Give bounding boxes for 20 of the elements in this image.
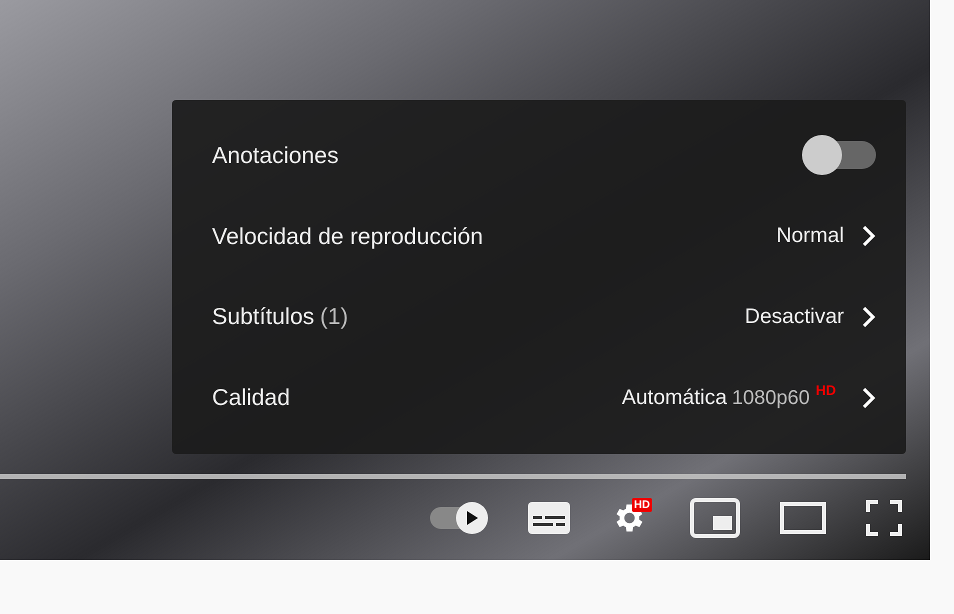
theater-mode-icon[interactable] <box>780 502 826 534</box>
menu-item-label[interactable]: Velocidad de reproducción <box>212 222 484 250</box>
chevron-right-icon <box>862 306 876 328</box>
hd-label: HD <box>816 382 836 398</box>
hd-badge: HD <box>632 498 652 512</box>
miniplayer-icon[interactable] <box>690 498 740 538</box>
menu-item-value: Normal <box>776 224 844 248</box>
autoplay-toggle[interactable] <box>430 502 488 534</box>
toggle-switch[interactable] <box>802 135 876 176</box>
play-icon <box>465 510 479 526</box>
menu-item-value: Automática 1080p60 <box>622 386 810 410</box>
menu-item-label: Anotaciones <box>212 142 339 169</box>
menu-item-label[interactable]: Subtítulos (1) <box>212 303 348 330</box>
fullscreen-icon[interactable] <box>866 500 902 536</box>
menu-item-label[interactable]: Calidad <box>212 384 290 412</box>
chevron-right-icon <box>862 386 876 409</box>
chevron-right-icon <box>862 225 876 248</box>
settings-button[interactable]: HD <box>610 498 650 538</box>
menu-item-value: Desactivar <box>744 304 844 329</box>
subtitles-icon[interactable] <box>528 502 570 534</box>
